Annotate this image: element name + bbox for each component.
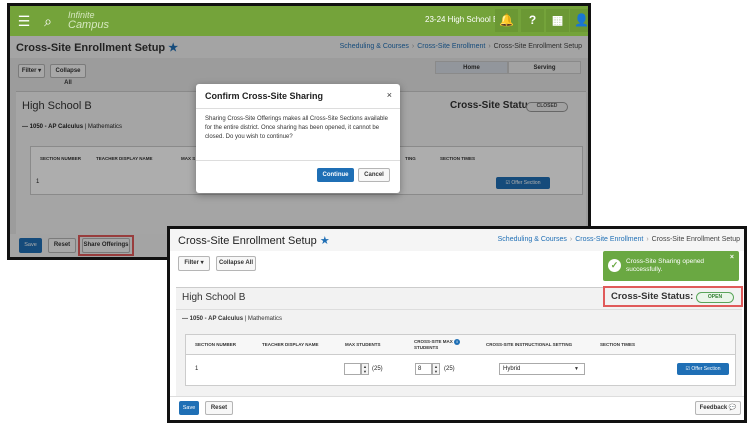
user-icon[interactable]: 👤 (570, 9, 588, 32)
cross-site-max-cap: (25) (444, 366, 455, 372)
column-header: SECTION TIMES (600, 342, 636, 347)
help-icon[interactable]: ? (521, 9, 544, 32)
divider (176, 309, 742, 310)
background-screenshot: ☰ ⌕ Infinite Campus 23-24 High School B … (7, 3, 591, 260)
column-header: MAX STUDENTS (345, 342, 381, 347)
check-icon: ✓ (608, 259, 621, 272)
feedback-button[interactable]: Feedback 💬 (695, 401, 741, 415)
max-students-cap: (25) (372, 366, 383, 372)
reset-button[interactable]: Reset (205, 401, 233, 415)
cancel-button[interactable]: Cancel (358, 168, 390, 182)
breadcrumb: Scheduling & Courses › Cross-Site Enrollme… (497, 236, 740, 243)
star-icon[interactable]: ★ (320, 235, 330, 247)
section-number-cell: 1 (195, 366, 199, 372)
success-toast: ✓ Cross-Site Sharing opened successfully… (603, 251, 739, 281)
course-heading[interactable]: — 1050 - AP Calculus | Mathematics (182, 316, 282, 322)
breadcrumb-scheduling[interactable]: Scheduling & Courses (498, 236, 567, 243)
sections-table: SECTION NUMBER TEACHER DISPLAY NAME MAX … (185, 334, 736, 386)
close-icon[interactable]: × (387, 90, 392, 100)
divider (196, 160, 400, 161)
chevron-down-icon: ▼ (574, 366, 579, 372)
school-name: High School B (182, 292, 246, 303)
school-year-selector[interactable]: 23-24 High School B (425, 15, 498, 24)
breadcrumb-cross-site[interactable]: Cross-Site Enrollment (575, 236, 643, 243)
instructional-setting-select[interactable]: Hybrid ▼ (499, 363, 585, 375)
campus-logo: Infinite Campus (68, 10, 109, 31)
apps-grid-icon[interactable]: ▦ (546, 9, 569, 32)
max-students-input[interactable] (344, 363, 361, 375)
search-icon[interactable]: ⌕ (38, 11, 58, 31)
column-header: SECTION NUMBER (195, 342, 237, 347)
cross-site-max-stepper[interactable]: ▲ ▼ (432, 363, 440, 375)
bell-icon[interactable]: 🔔 (495, 9, 518, 32)
divider (196, 108, 400, 109)
close-icon[interactable]: × (730, 254, 734, 261)
offer-section-button[interactable]: ☑ Offer Section (677, 363, 729, 375)
hamburger-icon[interactable]: ☰ (14, 11, 34, 31)
dialog-message: Sharing Cross-Site Offerings makes all C… (205, 116, 388, 140)
collapse-all-button[interactable]: Collapse All (216, 256, 256, 271)
info-icon[interactable]: i (454, 339, 461, 345)
continue-button[interactable]: Continue (317, 168, 354, 182)
cross-site-max-input[interactable]: 8 (415, 363, 432, 375)
page-title: Cross-Site Enrollment Setup ★ (178, 235, 330, 247)
column-header: CROSS-SITE INSTRUCTIONAL SETTING (486, 342, 573, 347)
breadcrumb-current: Cross-Site Enrollment Setup (651, 236, 740, 243)
footer-bar: Save Reset Feedback 💬 (170, 396, 744, 420)
table-header-row: SECTION NUMBER TEACHER DISPLAY NAME MAX … (186, 335, 735, 355)
max-students-stepper[interactable]: ▲ ▼ (361, 363, 369, 375)
column-header: CROSS-SITE MAX i STUDENTS (414, 339, 461, 351)
column-header: TEACHER DISPLAY NAME (262, 342, 319, 347)
top-bar: ☰ ⌕ Infinite Campus 23-24 High School B … (10, 6, 588, 36)
dialog-title: Confirm Cross-Site Sharing (205, 91, 324, 101)
status-highlight (603, 286, 743, 307)
confirm-dialog: Confirm Cross-Site Sharing × Sharing Cro… (196, 84, 400, 193)
filter-button[interactable]: Filter ▾ (178, 256, 210, 271)
foreground-screenshot: Cross-Site Enrollment Setup ★ Scheduling… (167, 226, 747, 423)
toast-message: Cross-Site Sharing opened successfully. (626, 258, 705, 273)
save-button[interactable]: Save (179, 401, 199, 415)
page-header: Cross-Site Enrollment Setup ★ Scheduling… (170, 229, 744, 251)
